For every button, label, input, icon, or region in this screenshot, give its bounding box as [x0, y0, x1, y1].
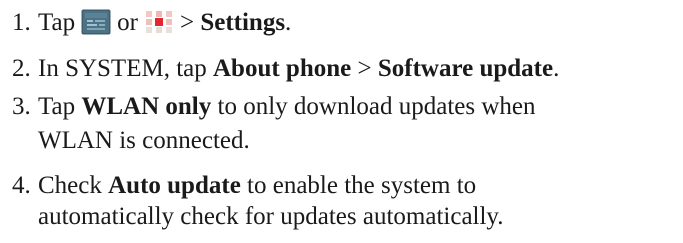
- step-text: Tap or > Settings.: [38, 7, 291, 38]
- step-text: Check Auto update to enable the system t…: [38, 170, 476, 201]
- step-text-segment: Check: [38, 172, 102, 199]
- step-text-segment: In SYSTEM, tap: [38, 55, 207, 82]
- step-3-continued: WLAN is connected.: [12, 125, 250, 156]
- wlan-only-label: WLAN only: [81, 93, 212, 120]
- step-text-segment: or: [117, 9, 138, 36]
- step-1: 1. Tap or > Settings.: [12, 7, 291, 38]
- software-update-label: Software update: [377, 55, 554, 82]
- step-4-continued: automatically check for updates automati…: [12, 201, 504, 232]
- step-number: 1.: [12, 9, 31, 36]
- about-phone-label: About phone: [213, 55, 352, 82]
- settings-app-icon: [81, 9, 111, 35]
- instruction-list: 1. Tap or > Settings. 2. In SYSTEM, tap …: [0, 0, 683, 243]
- step-text-segment: .: [553, 55, 560, 82]
- step-text-segment: to enable the system to: [247, 172, 477, 199]
- step-text-segment: Tap: [38, 9, 76, 36]
- step-text-segment: >: [179, 9, 195, 36]
- step-text-line: automatically check for updates automati…: [38, 203, 504, 230]
- step-text: In SYSTEM, tap About phone > Software up…: [38, 53, 559, 84]
- step-number: 4.: [12, 172, 31, 199]
- step-text: Tap WLAN only to only download updates w…: [38, 91, 536, 122]
- step-2: 2. In SYSTEM, tap About phone > Software …: [12, 53, 559, 84]
- settings-label: Settings: [200, 9, 286, 36]
- step-text-segment: .: [285, 9, 292, 36]
- auto-update-label: Auto update: [108, 172, 241, 199]
- step-4: 4. Check Auto update to enable the system…: [12, 170, 476, 201]
- step-number: 2.: [12, 55, 31, 82]
- step-number: 3.: [12, 93, 31, 120]
- step-text-line: WLAN is connected.: [38, 127, 250, 154]
- step-text-segment: >: [357, 55, 372, 82]
- step-3: 3. Tap WLAN only to only download updates…: [12, 91, 536, 122]
- apps-grid-icon: [143, 9, 174, 35]
- step-text-segment: to only download updates when: [217, 93, 536, 120]
- step-text-segment: Tap: [38, 93, 76, 120]
